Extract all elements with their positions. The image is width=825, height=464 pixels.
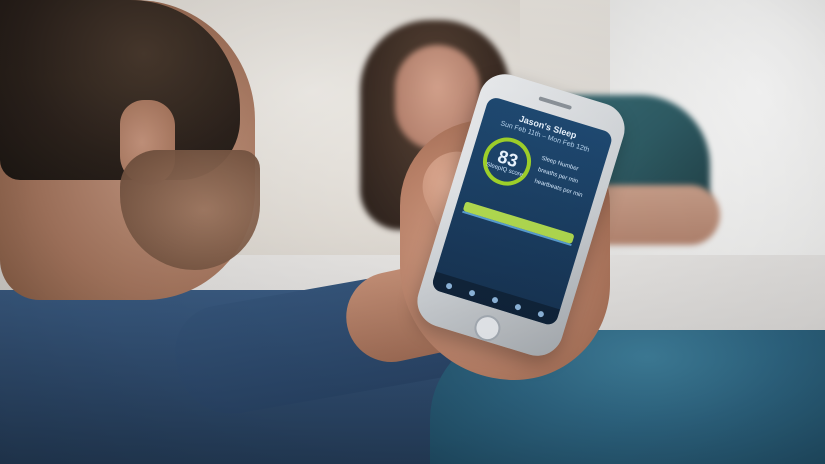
photo-scene: Jason's Sleep Sun Feb 11th – Mon Feb 12t…: [0, 0, 825, 464]
nav-bed-icon: [491, 296, 499, 304]
phone-speaker: [538, 96, 573, 110]
nav-home-icon: [445, 282, 453, 290]
nav-settings-icon: [537, 310, 545, 318]
sleep-timeline-bar: [462, 201, 575, 245]
nav-insights-icon: [514, 303, 522, 311]
nav-trends-icon: [468, 289, 476, 297]
